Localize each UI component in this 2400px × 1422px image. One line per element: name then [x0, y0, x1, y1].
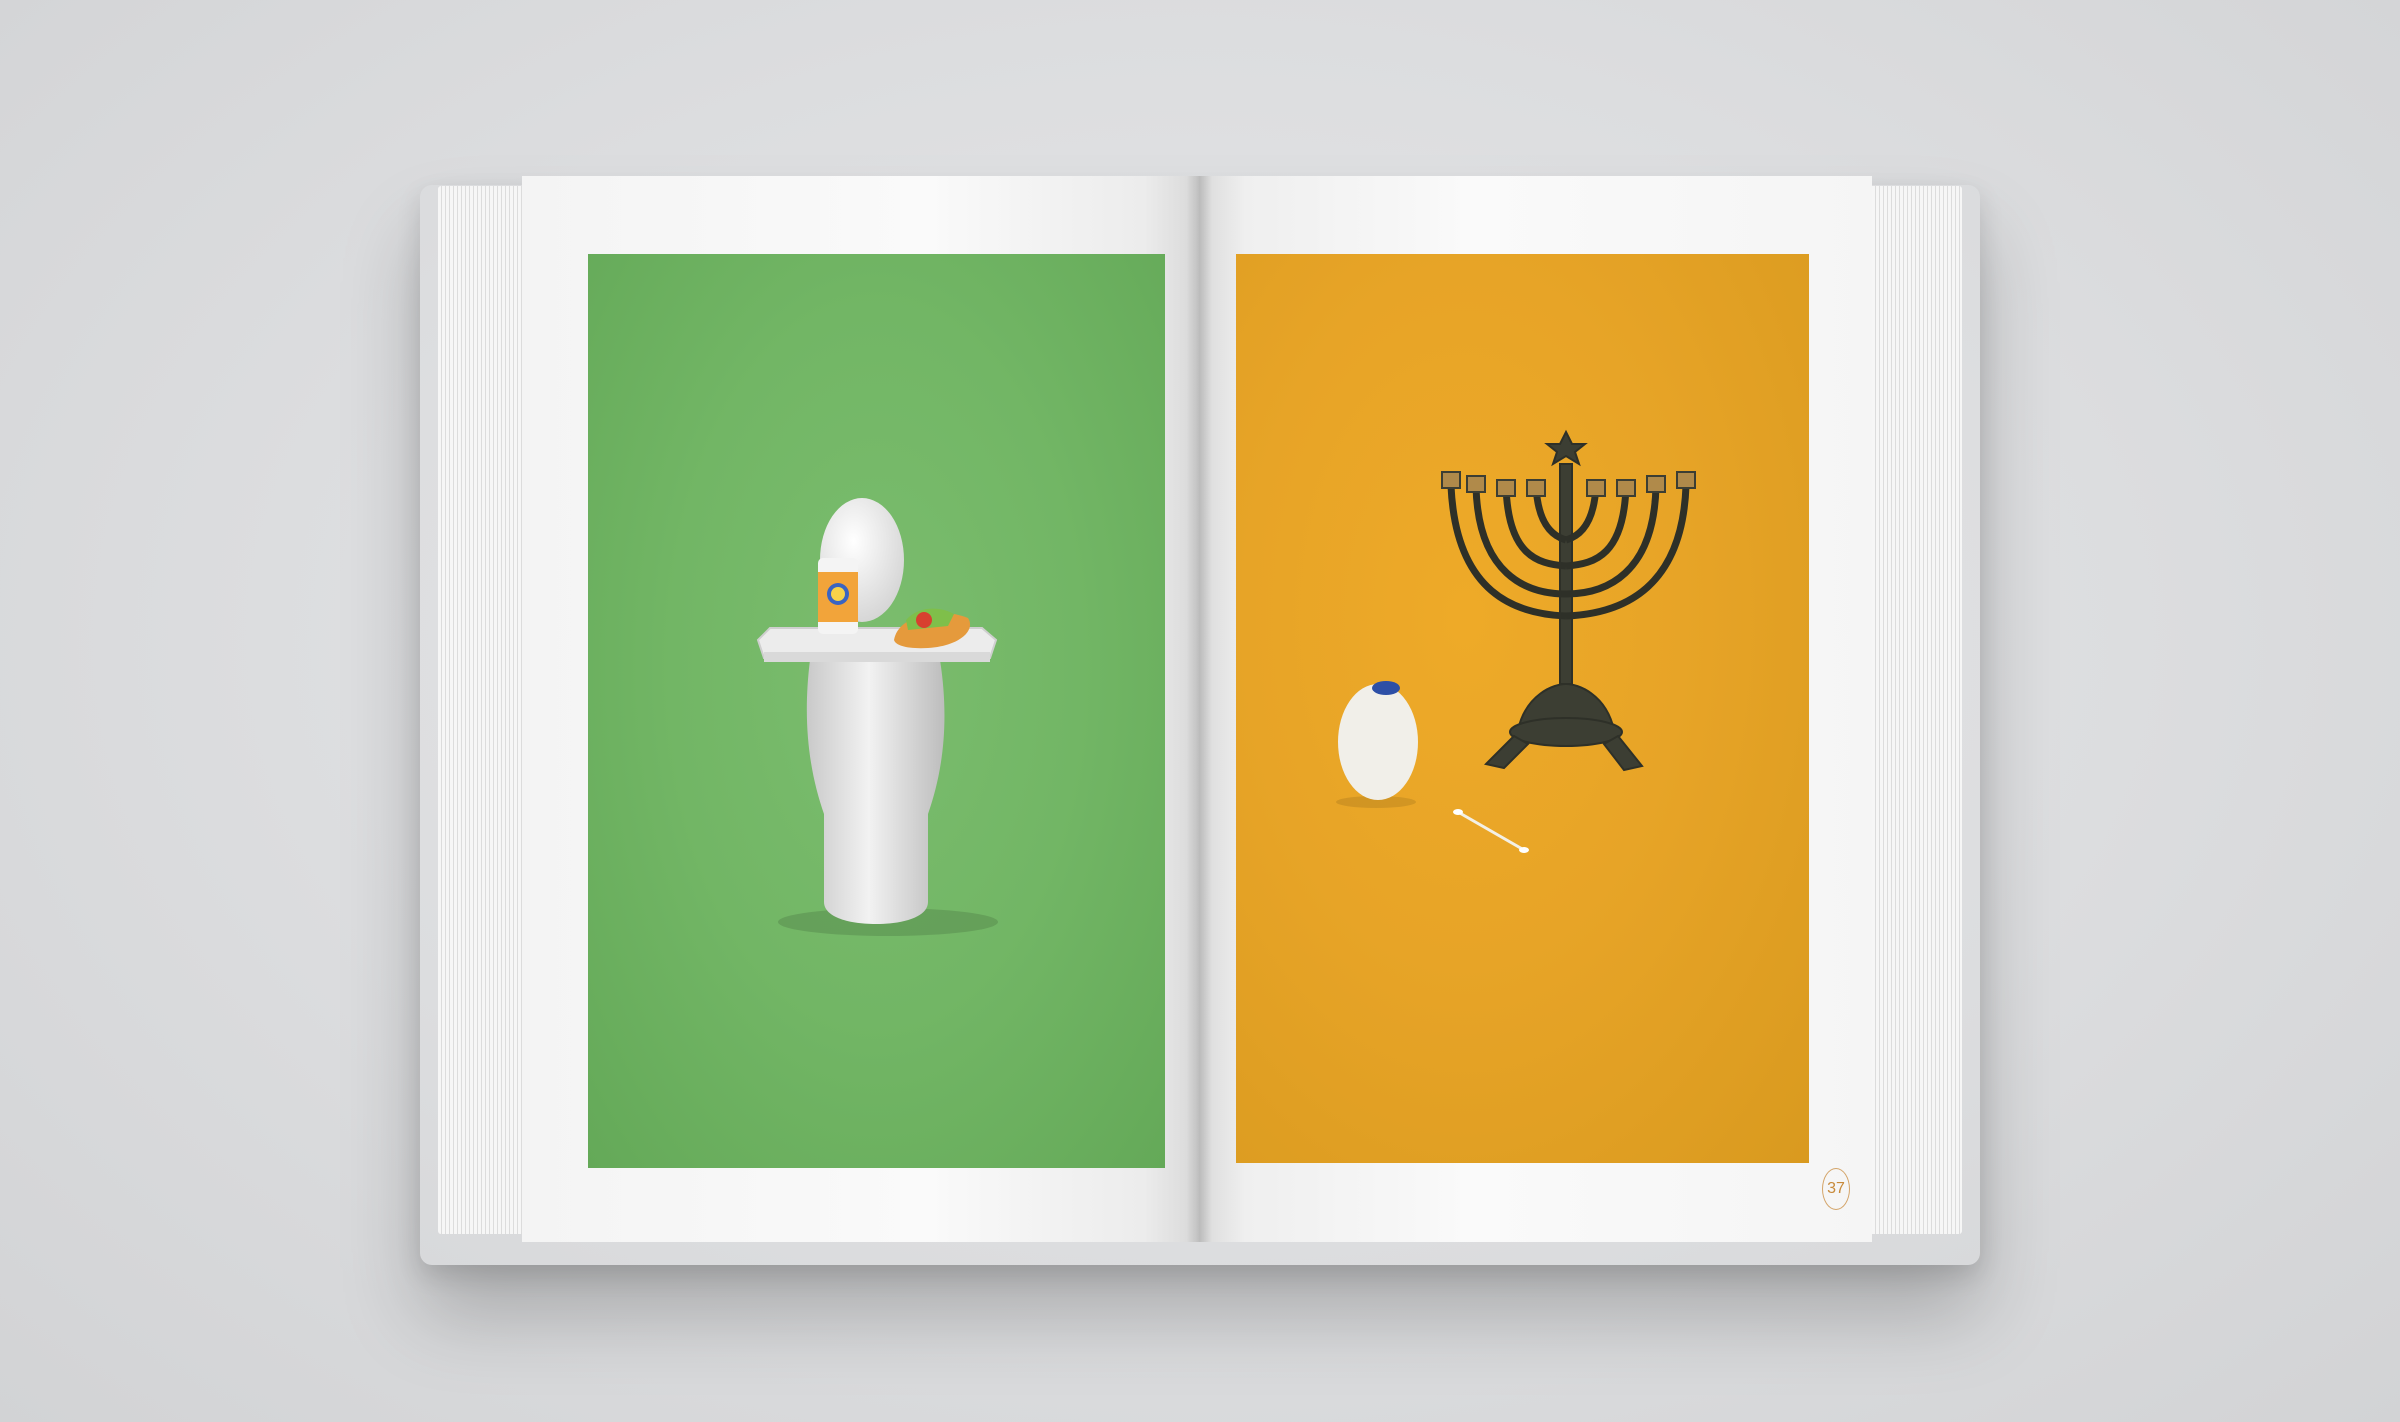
- left-page-edges: [438, 186, 522, 1234]
- white-vase: [806, 660, 945, 924]
- book-gutter: [1186, 176, 1212, 1242]
- blue-topped-egg: [1338, 684, 1418, 800]
- page-number: 37: [1822, 1168, 1850, 1210]
- green-still-life-photo: [588, 254, 1165, 1168]
- yellow-still-life-photo: [1236, 254, 1809, 1163]
- cotton-swab: [1453, 809, 1529, 853]
- right-page-edges: [1872, 186, 1962, 1234]
- orange-soda-can: [818, 558, 858, 634]
